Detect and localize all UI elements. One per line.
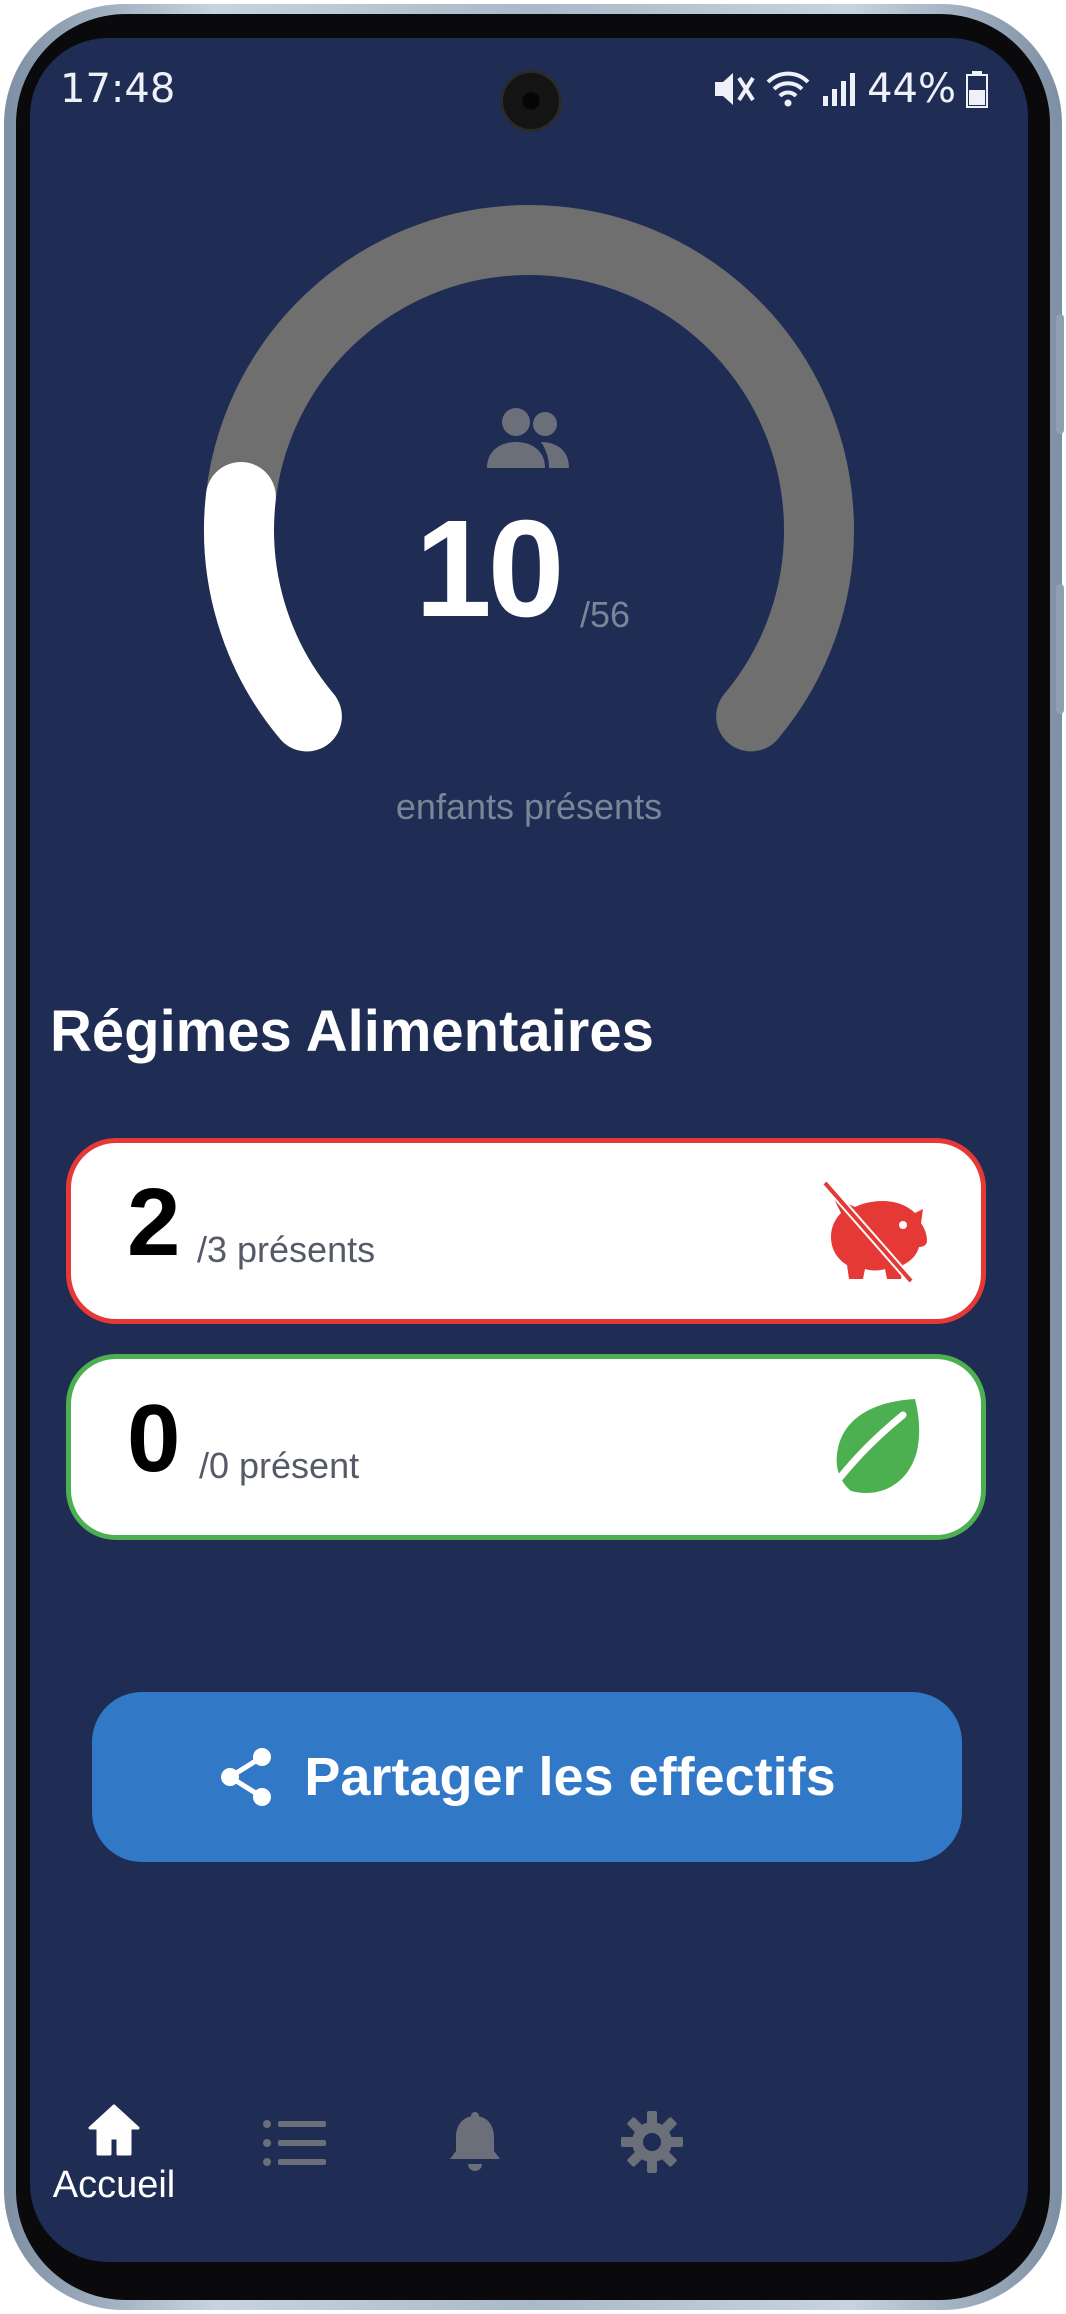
signal-icon	[823, 73, 856, 106]
present-count: 10	[415, 492, 564, 646]
diet-label: /0 présent	[199, 1445, 360, 1486]
nav-home[interactable]: Accueil	[34, 2102, 194, 2207]
battery-percent: 44%	[867, 66, 956, 112]
status-bar: 17:48 44%	[30, 52, 1028, 132]
bell-icon	[450, 2112, 500, 2171]
share-button[interactable]: Partager les effectifs	[92, 1692, 962, 1862]
nav-settings[interactable]	[572, 2110, 732, 2178]
total-count: /56	[580, 594, 631, 635]
mute-icon	[715, 73, 755, 105]
gear-icon	[621, 2111, 683, 2173]
nav-list[interactable]	[215, 2118, 375, 2172]
nav-home-label: Accueil	[52, 2164, 176, 2206]
share-icon	[221, 1748, 272, 1806]
share-button-label: Partager les effectifs	[304, 1747, 836, 1807]
front-camera	[500, 70, 562, 132]
status-time: 17:48	[60, 66, 176, 112]
gauge-caption: enfants présents	[395, 786, 663, 827]
no-pork-icon	[821, 1180, 927, 1284]
diet-count: 2	[127, 1169, 181, 1276]
home-icon	[88, 2104, 140, 2156]
diet-card-no-pork[interactable]: 2 /3 présents	[66, 1138, 986, 1324]
diets-title: Régimes Alimentaires	[50, 999, 654, 1064]
status-icons: 44%	[713, 66, 988, 112]
diet-label: /3 présents	[197, 1229, 376, 1270]
power-button	[1056, 584, 1064, 714]
attendance-gauge: 10 /56 enfants présents	[30, 168, 1028, 868]
wifi-icon	[766, 71, 810, 107]
volume-button	[1056, 314, 1064, 434]
nav-notifications[interactable]	[395, 2112, 555, 2178]
battery-icon	[966, 71, 988, 108]
diet-count: 0	[127, 1385, 181, 1492]
gauge-fill	[204, 461, 342, 752]
app-screen: 17:48 44% 10 /56 enfants présents Régime…	[30, 38, 1028, 2262]
bottom-nav: Accueil	[30, 2062, 1028, 2262]
leaf-icon	[819, 1399, 920, 1503]
diet-card-vegetarian[interactable]: 0 /0 présent	[66, 1354, 986, 1540]
list-icon	[263, 2120, 326, 2166]
people-icon	[487, 408, 569, 468]
